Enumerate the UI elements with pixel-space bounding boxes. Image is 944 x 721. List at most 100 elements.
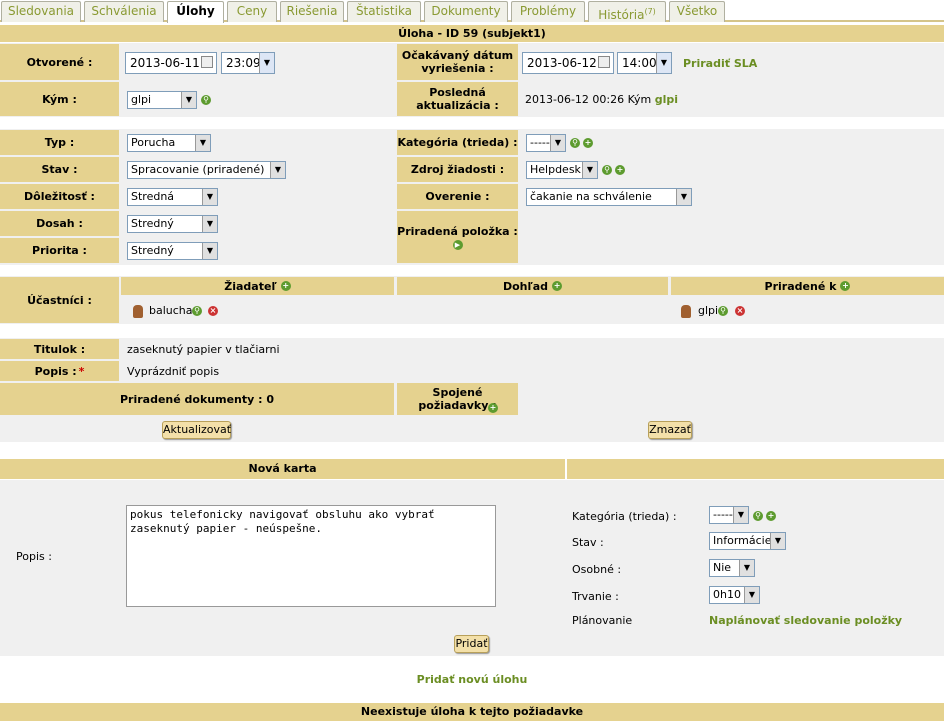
priority-label: Priorita :: [0, 238, 119, 263]
play-icon[interactable]: ▶: [452, 239, 463, 250]
assigned-name: glpi: [698, 304, 719, 317]
tab-all[interactable]: Všetko: [669, 1, 725, 22]
add-icon[interactable]: +: [280, 281, 291, 291]
chevron-down-icon: ▼: [202, 189, 217, 205]
nc-planning-label: Plánovanie: [572, 614, 633, 627]
tab-tasks[interactable]: Úlohy: [167, 1, 224, 23]
source-value: Helpdesk: [530, 163, 581, 176]
opened-date-input[interactable]: 2013-06-11: [125, 52, 217, 74]
nc-private-select[interactable]: Nie ▼: [709, 559, 755, 577]
validation-value: čakanie na schválenie: [530, 190, 652, 203]
expected-time-select[interactable]: 14:00 ▼: [617, 52, 672, 74]
search-icon[interactable]: ⚲: [602, 165, 612, 175]
nc-status-value: Informácie: [713, 534, 772, 547]
add-icon[interactable]: +: [552, 281, 563, 291]
nc-status-select[interactable]: Informácie ▼: [709, 532, 786, 550]
nc-duration-label: Trvanie :: [572, 590, 619, 603]
new-task-link[interactable]: Pridať novú úlohu: [0, 673, 944, 686]
desc-label: Popis :: [34, 364, 77, 378]
delete-button[interactable]: Zmazať: [648, 421, 692, 439]
title-value: zaseknutý papier v tlačiarni: [127, 343, 280, 356]
last-update-user-link[interactable]: glpi: [655, 93, 678, 106]
requester-header: Žiadateľ +: [121, 277, 394, 295]
type-label: Typ :: [0, 130, 119, 155]
add-button[interactable]: Pridať: [454, 635, 489, 653]
chevron-down-icon: ▼: [195, 135, 210, 151]
last-update-info: 2013-06-12 00:26 Kým glpi: [525, 93, 678, 106]
chevron-down-icon: ▼: [739, 560, 754, 576]
linked-label: Spojené požiadavky :: [418, 386, 497, 412]
chevron-down-icon: ▼: [270, 162, 285, 178]
validation-label: Overenie :: [397, 184, 518, 209]
calendar-icon[interactable]: [598, 56, 610, 68]
tab-documents[interactable]: Dokumenty: [424, 1, 508, 22]
assign-sla-link[interactable]: Priradiť SLA: [683, 57, 757, 70]
category-select[interactable]: ----- ▼: [526, 134, 566, 152]
category-value: -----: [530, 136, 550, 149]
new-card-header: Nová karta: [0, 459, 565, 479]
chevron-down-icon: ▼: [259, 53, 274, 73]
search-icon[interactable]: ⚲: [192, 306, 202, 316]
search-icon[interactable]: ⚲: [718, 306, 728, 316]
desc-label-cell: Popis : *: [0, 361, 119, 381]
tab-problems[interactable]: Problémy: [511, 1, 585, 22]
title-label: Titulok :: [0, 339, 119, 359]
expected-label: Očakávaný dátum vyriešenia :: [397, 44, 518, 80]
tab-followups[interactable]: Sledovania: [1, 1, 81, 22]
status-select[interactable]: Spracovanie (priradené) ▼: [127, 161, 286, 179]
source-select[interactable]: Helpdesk ▼: [526, 161, 598, 179]
priority-value: Stredný: [131, 244, 174, 257]
search-icon[interactable]: ⚲: [753, 511, 763, 521]
history-count: (7): [644, 7, 656, 16]
calendar-icon[interactable]: [201, 56, 213, 68]
delete-icon[interactable]: ×: [735, 306, 745, 316]
user-icon: [133, 305, 143, 318]
nc-duration-select[interactable]: 0h10 ▼: [709, 586, 760, 604]
item-label: Priradená položka :: [397, 224, 518, 238]
nc-desc-textarea[interactable]: pokus telefonicky navigovať obsluhu ako …: [126, 505, 496, 607]
add-icon[interactable]: +: [840, 281, 851, 291]
add-icon[interactable]: +: [766, 511, 776, 521]
chevron-down-icon: ▼: [550, 135, 565, 151]
search-icon[interactable]: ⚲: [201, 95, 211, 105]
tab-history[interactable]: História(7): [588, 1, 666, 22]
urgency-value: Stredná: [131, 190, 175, 203]
update-button[interactable]: Aktualizovať: [162, 421, 231, 439]
tab-solutions[interactable]: Riešenia: [280, 1, 344, 22]
search-icon[interactable]: ⚲: [570, 138, 580, 148]
nc-category-value: -----: [713, 508, 733, 521]
chevron-down-icon: ▼: [744, 587, 759, 603]
add-icon[interactable]: +: [583, 138, 593, 148]
impact-select[interactable]: Stredný ▼: [127, 215, 218, 233]
urgency-select[interactable]: Stredná ▼: [127, 188, 218, 206]
last-update-text: 2013-06-12 00:26 Kým: [525, 93, 652, 106]
requester-name: balucha: [149, 304, 193, 317]
priority-select[interactable]: Stredný ▼: [127, 242, 218, 260]
delete-icon[interactable]: ×: [208, 306, 218, 316]
chevron-down-icon: ▼: [770, 533, 785, 549]
opened-time-value: 23:09: [226, 56, 261, 70]
expected-date-input[interactable]: 2013-06-12: [522, 52, 614, 74]
add-icon[interactable]: +: [615, 165, 625, 175]
expected-time-value: 14:00: [622, 56, 657, 70]
by-value: glpi: [131, 93, 152, 106]
tab-costs[interactable]: Ceny: [227, 1, 277, 22]
urgency-label: Dôležitosť :: [0, 184, 119, 209]
opened-time-select[interactable]: 23:09 ▼: [221, 52, 275, 74]
tab-statistics[interactable]: Štatistika: [347, 1, 421, 22]
chevron-down-icon: ▼: [202, 216, 217, 232]
requester-header-label: Žiadateľ: [224, 279, 277, 293]
nc-private-value: Nie: [713, 561, 732, 574]
chevron-down-icon: ▼: [733, 507, 748, 523]
add-icon[interactable]: +: [488, 403, 498, 413]
type-select[interactable]: Porucha ▼: [127, 134, 211, 152]
nc-planning-link[interactable]: Naplánovať sledovanie položky: [709, 614, 902, 627]
type-value: Porucha: [131, 136, 176, 149]
by-select[interactable]: glpi ▼: [127, 91, 197, 109]
desc-value: Vyprázdniť popis: [127, 365, 220, 378]
impact-label: Dosah :: [0, 211, 119, 236]
nc-category-select[interactable]: ----- ▼: [709, 506, 749, 524]
tab-validations[interactable]: Schválenia: [84, 1, 164, 22]
validation-select[interactable]: čakanie na schválenie ▼: [526, 188, 692, 206]
opened-date-value: 2013-06-11: [130, 56, 200, 70]
